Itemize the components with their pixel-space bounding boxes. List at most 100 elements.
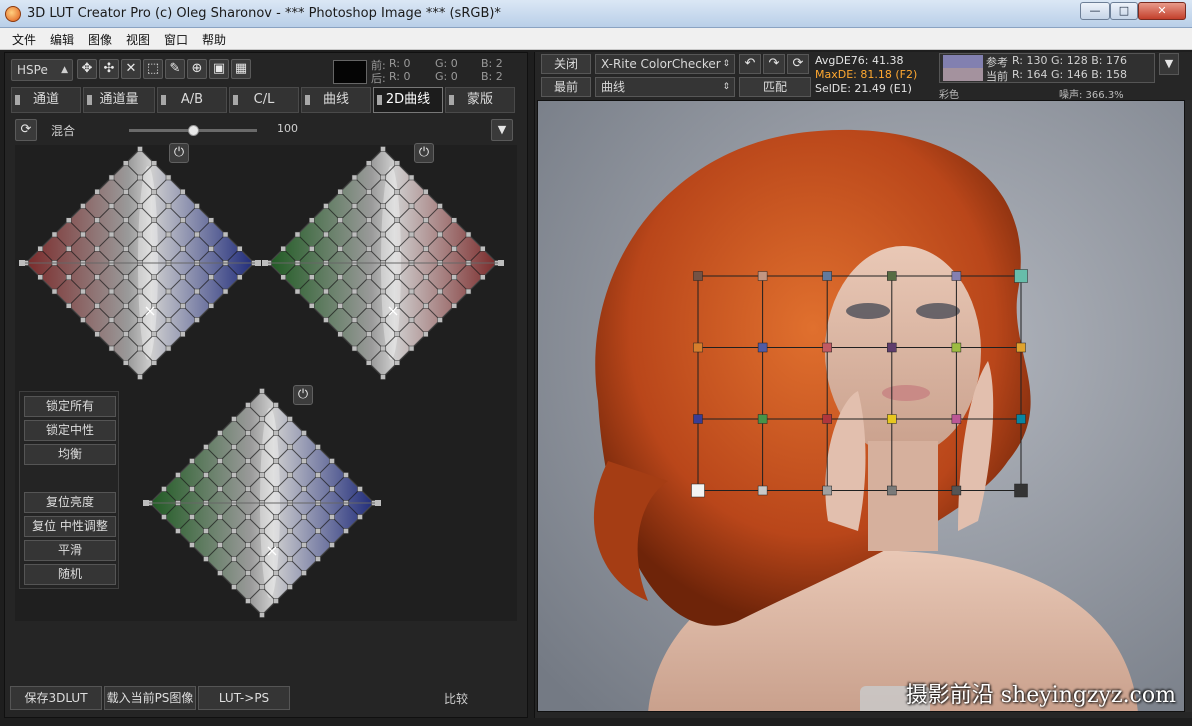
control-point[interactable] [208,246,214,252]
tab-channel-amount[interactable]: 通道量 [83,87,155,113]
control-point[interactable] [351,317,358,323]
maximize-button[interactable]: □ [1110,2,1138,20]
control-point[interactable] [203,472,209,478]
control-point[interactable] [108,288,115,295]
control-point[interactable] [259,612,265,618]
power-icon-red[interactable]: ⏻ [169,143,189,163]
control-point[interactable] [351,203,358,209]
control-point[interactable] [66,303,72,309]
control-point[interactable] [51,231,58,238]
control-point[interactable] [203,556,209,562]
checker-patch[interactable] [691,483,705,498]
control-point[interactable] [309,274,315,280]
axis-handle-right[interactable] [375,500,381,506]
control-point[interactable] [408,231,415,238]
control-point[interactable] [245,542,251,548]
reset-neutral-button[interactable]: 复位 中性调整 [24,516,116,537]
control-point[interactable] [123,303,129,309]
control-point[interactable] [380,146,386,152]
control-point[interactable] [366,274,372,280]
control-point[interactable] [343,528,349,534]
control-point[interactable] [259,388,265,394]
control-point[interactable] [245,598,251,604]
control-point[interactable] [423,331,429,337]
control-point[interactable] [423,303,429,309]
control-point[interactable] [451,217,457,223]
control-point[interactable] [437,317,443,323]
control-point[interactable] [151,189,157,195]
control-point[interactable] [245,430,251,436]
fit-icon[interactable]: ▣ [209,59,229,79]
control-point[interactable] [351,288,358,295]
control-point[interactable] [315,444,321,450]
control-point[interactable] [217,458,223,464]
control-point[interactable] [108,174,115,181]
control-point[interactable] [231,416,237,422]
color-space-select[interactable]: HSPe ▲ [11,59,73,81]
select-rect-icon[interactable]: ⬚ [143,59,163,79]
control-point[interactable] [137,288,143,295]
lock-neutral-button[interactable]: 锁定中性 [24,420,116,441]
control-point[interactable] [151,246,157,252]
control-point[interactable] [66,246,72,252]
control-point[interactable] [408,288,415,295]
control-point[interactable] [337,189,343,195]
control-point[interactable] [231,556,237,562]
control-point[interactable] [329,486,335,492]
menu-image[interactable]: 图像 [88,31,112,48]
control-point[interactable] [280,274,286,280]
control-point[interactable] [237,274,243,280]
control-point[interactable] [273,458,279,464]
checker-patch[interactable] [693,414,703,424]
control-point[interactable] [245,514,251,520]
control-point[interactable] [245,402,251,408]
close-checker-button[interactable]: 关闭 [541,54,591,74]
recent-button[interactable]: 最前 [541,77,591,97]
control-point[interactable] [408,203,415,209]
menu-window[interactable]: 窗口 [164,31,188,48]
checker-patch[interactable] [757,342,768,353]
control-point[interactable] [437,231,443,238]
control-point[interactable] [165,288,172,295]
control-point[interactable] [423,246,429,252]
control-point[interactable] [273,514,279,520]
checker-patch[interactable] [822,414,832,424]
checker-patch[interactable] [887,271,897,281]
control-point[interactable] [380,288,386,295]
control-point[interactable] [151,331,157,337]
grid-icon[interactable]: ▦ [231,59,251,79]
control-point[interactable] [208,303,214,309]
control-point[interactable] [309,217,315,223]
checker-patch[interactable] [887,414,897,424]
control-point[interactable] [94,303,100,309]
control-point[interactable] [245,570,251,576]
photo-canvas[interactable] [538,101,1185,712]
control-point[interactable] [259,416,265,422]
checker-patch[interactable] [757,485,768,496]
control-point[interactable] [366,360,372,366]
axis-handle-left[interactable] [19,260,25,266]
tab-mask[interactable]: 蒙版 [445,87,515,113]
mix-slider-handle[interactable] [188,125,199,136]
control-point[interactable] [151,360,157,366]
checker-patch[interactable] [822,271,832,281]
control-point[interactable] [161,486,167,492]
control-point[interactable] [231,444,237,450]
checker-select[interactable]: X-Rite ColorChecker ⇕ [595,54,735,74]
control-point[interactable] [175,528,181,534]
control-point[interactable] [394,274,400,280]
control-point[interactable] [194,317,200,323]
balance-button[interactable]: 均衡 [24,444,116,465]
control-point[interactable] [137,317,143,323]
control-point[interactable] [180,274,186,280]
checker-patch[interactable] [1016,342,1026,353]
control-point[interactable] [287,584,293,590]
control-point[interactable] [301,458,307,464]
checker-patch[interactable] [1014,269,1028,283]
control-point[interactable] [123,246,129,252]
control-point[interactable] [108,203,115,209]
redo-icon[interactable]: ↷ [763,54,785,74]
control-point[interactable] [451,303,457,309]
zoom-icon[interactable]: ⊕ [187,59,207,79]
control-point[interactable] [287,444,293,450]
